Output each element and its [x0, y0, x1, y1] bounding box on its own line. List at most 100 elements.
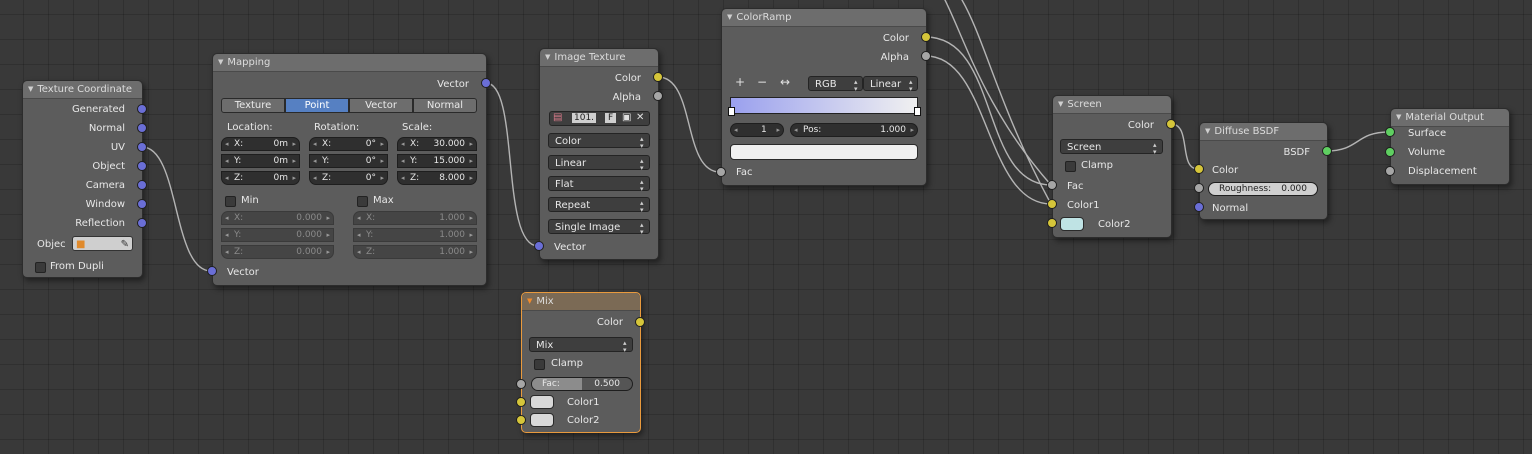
socket-reflection[interactable] [137, 218, 147, 228]
projection-dropdown[interactable]: Flat [548, 176, 650, 191]
collapse-icon[interactable]: ▼ [28, 81, 33, 98]
max-checkbox[interactable] [357, 196, 368, 207]
color1-swatch[interactable] [530, 395, 554, 409]
type-point-button[interactable]: Point [285, 98, 349, 113]
clamp-checkbox[interactable] [1065, 161, 1076, 172]
texture-coordinate-node[interactable]: ▼ Texture Coordinate Generated Normal UV … [22, 80, 143, 278]
interpolation-dropdown[interactable]: Linear [548, 155, 650, 170]
socket-diffuse-normal-in[interactable] [1194, 202, 1204, 212]
remove-stop-button[interactable]: − [757, 75, 767, 89]
material-output-node[interactable]: ▼ Material Output Surface Volume Displace… [1390, 108, 1510, 185]
socket-mix-color2-in[interactable] [516, 415, 526, 425]
socket-generated[interactable] [137, 104, 147, 114]
node-header[interactable]: ▼ Mapping [213, 54, 486, 72]
mapping-node[interactable]: ▼ Mapping Vector Texture Point Vector Nor… [212, 53, 487, 286]
node-header[interactable]: ▼ Screen [1053, 96, 1171, 114]
image-selector[interactable]: ▤ 101. F ▣ ✕ [549, 111, 650, 126]
blend-mode-dropdown[interactable]: Mix [529, 337, 633, 352]
diffuse-bsdf-node[interactable]: ▼ Diffuse BSDF BSDF Color Roughness: 0.000… [1199, 122, 1328, 220]
eyedropper-icon[interactable]: ✎ [121, 237, 129, 252]
min-z-field[interactable]: ◂ Z: 0.000 ▸ [221, 245, 334, 259]
source-dropdown[interactable]: Single Image [548, 219, 650, 234]
socket-mix-fac-in[interactable] [516, 379, 526, 389]
collapse-icon[interactable]: ▼ [545, 49, 550, 66]
max-x-field[interactable]: ◂ X: 1.000 ▸ [353, 211, 477, 225]
type-normal-button[interactable]: Normal [413, 98, 477, 113]
color2-swatch[interactable] [1060, 217, 1084, 231]
location-z-field[interactable]: ◂ Z: 0m ▸ [221, 171, 300, 185]
scale-z-field[interactable]: ◂ Z: 8.000 ▸ [397, 171, 477, 185]
location-y-field[interactable]: ◂ Y: 0m ▸ [221, 154, 300, 168]
roughness-field[interactable]: Roughness: 0.000 [1208, 182, 1318, 196]
image-browse-icon[interactable]: ▤ [553, 112, 562, 123]
stop-color-swatch[interactable] [730, 144, 918, 160]
socket-ramp-color[interactable] [921, 32, 931, 42]
socket-mapping-out[interactable] [481, 78, 491, 88]
object-field[interactable]: ■ ✎ [72, 236, 133, 251]
node-header[interactable]: ▼ Texture Coordinate [23, 81, 142, 99]
stop-position-field[interactable]: ◂ Pos: 1.000 ▸ [790, 123, 918, 137]
socket-screen-color-out[interactable] [1166, 119, 1176, 129]
unlink-x-icon[interactable]: ✕ [636, 112, 644, 123]
flip-ramp-button[interactable]: ↔ [780, 75, 790, 89]
socket-mix-color1-in[interactable] [516, 397, 526, 407]
socket-mix-color-out[interactable] [635, 317, 645, 327]
mix-node[interactable]: ▼ Mix Color Mix ▴ ▾ Clamp Fac: 0.500 Color1… [521, 292, 641, 433]
socket-uv[interactable] [137, 142, 147, 152]
fake-user-button[interactable]: F [605, 113, 617, 123]
type-texture-button[interactable]: Texture [221, 98, 285, 113]
type-vector-button[interactable]: Vector [349, 98, 413, 113]
color-ramp-gradient[interactable] [730, 97, 918, 114]
open-folder-icon[interactable]: ▣ [622, 112, 631, 123]
socket-screen-fac-in[interactable] [1047, 180, 1057, 190]
collapse-icon[interactable]: ▼ [527, 293, 532, 310]
socket-diffuse-color-in[interactable] [1194, 164, 1204, 174]
socket-image-vector-in[interactable] [534, 241, 544, 251]
max-z-field[interactable]: ◂ Z: 1.000 ▸ [353, 245, 477, 259]
scale-x-field[interactable]: ◂ X: 30.000 ▸ [397, 137, 477, 151]
collapse-icon[interactable]: ▼ [1205, 123, 1210, 140]
location-x-field[interactable]: ◂ X: 0m ▸ [221, 137, 300, 151]
socket-diffuse-roughness-in[interactable] [1194, 183, 1204, 193]
node-header[interactable]: ▼ Material Output [1391, 109, 1509, 127]
node-header[interactable]: ▼ ColorRamp [722, 9, 926, 27]
socket-output-displacement-in[interactable] [1385, 166, 1395, 176]
extension-dropdown[interactable]: Repeat [548, 197, 650, 212]
socket-output-surface-in[interactable] [1385, 127, 1395, 137]
socket-object[interactable] [137, 161, 147, 171]
collapse-icon[interactable]: ▼ [218, 54, 223, 71]
ramp-stop-left-marker[interactable] [728, 107, 735, 116]
collapse-icon[interactable]: ▼ [727, 9, 732, 26]
socket-normal[interactable] [137, 123, 147, 133]
screen-node[interactable]: ▼ Screen Color Screen ▴ ▾ Clamp Fac Color1… [1052, 95, 1172, 238]
clamp-checkbox[interactable] [534, 359, 545, 370]
socket-image-color[interactable] [653, 72, 663, 82]
socket-ramp-fac-in[interactable] [716, 167, 726, 177]
min-x-field[interactable]: ◂ X: 0.000 ▸ [221, 211, 334, 225]
socket-output-volume-in[interactable] [1385, 147, 1395, 157]
stop-index-field[interactable]: ◂ 1 ▸ [730, 123, 784, 137]
rotation-y-field[interactable]: ◂ Y: 0° ▸ [309, 154, 388, 168]
rotation-x-field[interactable]: ◂ X: 0° ▸ [309, 137, 388, 151]
fac-slider[interactable]: Fac: 0.500 [531, 377, 633, 391]
node-header[interactable]: ▼ Diffuse BSDF [1200, 123, 1327, 141]
scale-y-field[interactable]: ◂ Y: 15.000 ▸ [397, 154, 477, 168]
add-stop-button[interactable]: + [735, 75, 745, 89]
min-checkbox[interactable] [225, 196, 236, 207]
color2-swatch[interactable] [530, 413, 554, 427]
socket-screen-color2-in[interactable] [1047, 218, 1057, 228]
socket-ramp-alpha[interactable] [921, 51, 931, 61]
node-header[interactable]: ▼ Image Texture [540, 49, 658, 67]
socket-diffuse-bsdf-out[interactable] [1322, 146, 1332, 156]
socket-camera[interactable] [137, 180, 147, 190]
rotation-z-field[interactable]: ◂ Z: 0° ▸ [309, 171, 388, 185]
colorramp-node[interactable]: ▼ ColorRamp Color Alpha + − ↔ RGB Linear … [721, 8, 927, 186]
node-header[interactable]: ▼ Mix [522, 293, 640, 311]
min-y-field[interactable]: ◂ Y: 0.000 ▸ [221, 228, 334, 242]
max-y-field[interactable]: ◂ Y: 1.000 ▸ [353, 228, 477, 242]
blend-mode-dropdown[interactable]: Screen [1060, 139, 1163, 154]
collapse-icon[interactable]: ▼ [1396, 109, 1401, 126]
socket-image-alpha[interactable] [653, 91, 663, 101]
socket-screen-color1-in[interactable] [1047, 199, 1057, 209]
socket-mapping-in[interactable] [207, 266, 217, 276]
